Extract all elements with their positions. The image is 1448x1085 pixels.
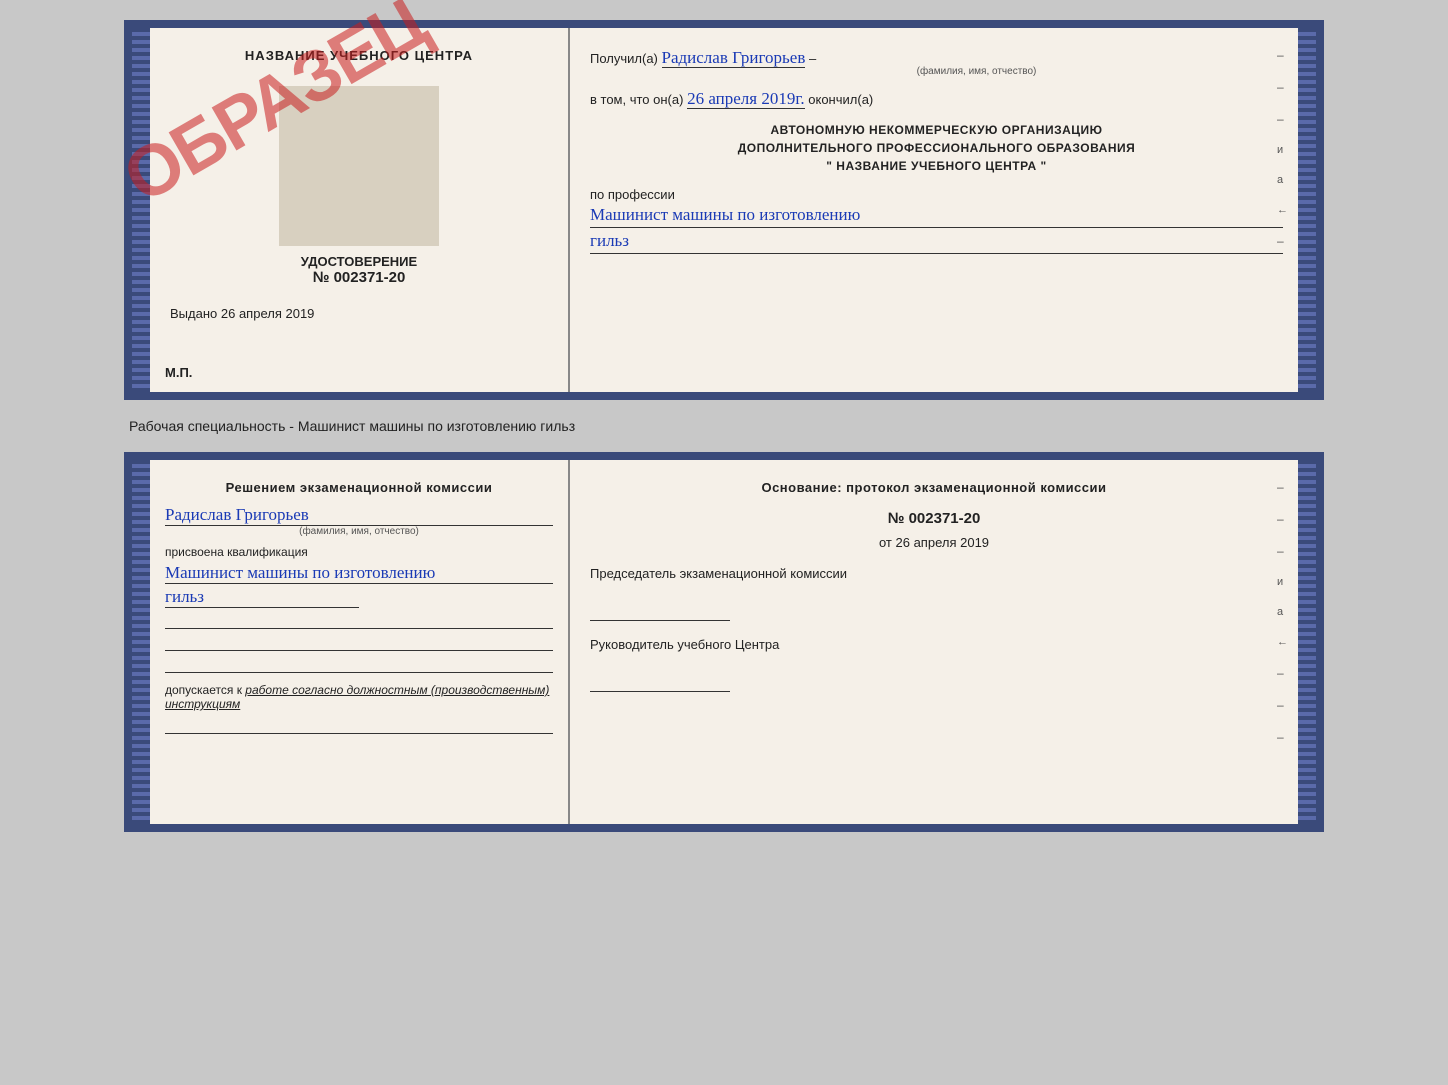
- bdash-9: –: [1277, 730, 1288, 744]
- predsedatel-sig-line: [590, 603, 730, 621]
- rukovoditel-block: Руководитель учебного Центра: [590, 636, 1278, 692]
- dash-4: и: [1277, 144, 1288, 156]
- top-left-title: НАЗВАНИЕ УЧЕБНОГО ЦЕНТРА: [245, 48, 473, 63]
- prisvoena-label: присвоена квалификация: [165, 545, 553, 559]
- dash-1: –: [1277, 48, 1288, 62]
- udostoverenie-block: УДОСТОВЕРЕНИЕ № 002371-20: [165, 254, 553, 286]
- protocol-number: № 002371-20: [590, 510, 1278, 527]
- dopuskaetsya-block: допускается к работе согласно должностны…: [165, 683, 553, 711]
- predsedatel-block: Председатель экзаменационной комиссии: [590, 565, 1278, 621]
- bottom-doc-right: Основание: протокол экзаменационной коми…: [570, 460, 1298, 824]
- vydano-label: Выдано: [170, 306, 217, 321]
- photo-area: [279, 86, 439, 246]
- ot-line: от 26 апреля 2019: [590, 535, 1278, 550]
- ot-label: от: [879, 535, 892, 550]
- po-professii-label: по профессии: [590, 187, 675, 202]
- recipient-name: Радислав Григорьев: [662, 48, 806, 68]
- org-line2: ДОПОЛНИТЕЛЬНОГО ПРОФЕССИОНАЛЬНОГО ОБРАЗО…: [590, 139, 1283, 157]
- qualification-line-2: гильз: [165, 587, 359, 608]
- dash-6: ←: [1277, 204, 1288, 216]
- rukovoditel-sig-line: [590, 674, 730, 692]
- dopuskaetsya-label: допускается к: [165, 683, 242, 697]
- mp-line: М.П.: [165, 365, 192, 380]
- vtom-row: в том, что он(а) 26 апреля 2019г. окончи…: [590, 89, 1283, 109]
- bdash-7: –: [1277, 666, 1288, 680]
- poluchil-label: Получил(а): [590, 51, 658, 66]
- vtom-label: в том, что он(а): [590, 92, 683, 107]
- org-line3: " НАЗВАНИЕ УЧЕБНОГО ЦЕНТРА ": [590, 157, 1283, 175]
- bdash-4: и: [1277, 576, 1288, 588]
- bdash-6: ←: [1277, 636, 1288, 648]
- dash-2: –: [1277, 80, 1288, 94]
- bottom-right-dashes: – – – и а ← – – –: [1277, 480, 1288, 744]
- bdash-1: –: [1277, 480, 1288, 494]
- bottom-doc-right-spine: [1298, 460, 1316, 824]
- bottom-doc-spine: [132, 460, 150, 824]
- profession-handwritten-1: Машинист машины по изготовлению: [590, 205, 1283, 228]
- blank-line-4: [165, 716, 553, 734]
- separator-text: Рабочая специальность - Машинист машины …: [124, 410, 1324, 442]
- dash-5: а: [1277, 174, 1288, 186]
- bdash-8: –: [1277, 698, 1288, 712]
- bdash-5: а: [1277, 606, 1288, 618]
- rukovoditel-label: Руководитель учебного Центра: [590, 636, 1278, 654]
- komissia-title: Решением экзаменационной комиссии: [165, 480, 553, 495]
- bottom-recipient-name: Радислав Григорьев: [165, 505, 553, 526]
- right-dashes: – – – и а ← –: [1277, 48, 1288, 248]
- top-doc-right-spine: [1298, 28, 1316, 392]
- bottom-doc-left: Решением экзаменационной комиссии Радисл…: [150, 460, 570, 824]
- blank-line-1: [165, 611, 553, 629]
- bottom-document: Решением экзаменационной комиссии Радисл…: [124, 452, 1324, 832]
- dash-7: –: [1277, 234, 1288, 248]
- blank-line-3: [165, 655, 553, 673]
- vydano-date: 26 апреля 2019: [221, 306, 315, 321]
- blank-line-2: [165, 633, 553, 651]
- completion-date: 26 апреля 2019г.: [687, 89, 805, 109]
- udostoverenie-label: УДОСТОВЕРЕНИЕ: [165, 254, 553, 269]
- poluchil-row: Получил(а) Радислав Григорьев – (фамилия…: [590, 48, 1283, 77]
- top-document: НАЗВАНИЕ УЧЕБНОГО ЦЕНТРА ОБРАЗЕЦ УДОСТОВ…: [124, 20, 1324, 400]
- top-doc-left: НАЗВАНИЕ УЧЕБНОГО ЦЕНТРА ОБРАЗЕЦ УДОСТОВ…: [150, 28, 570, 392]
- dash-3: –: [1277, 112, 1288, 126]
- top-doc-right: Получил(а) Радислав Григорьев – (фамилия…: [570, 28, 1298, 392]
- profession-block: по профессии Машинист машины по изготовл…: [590, 187, 1283, 254]
- udostoverenie-number: № 002371-20: [165, 269, 553, 286]
- bdash-2: –: [1277, 512, 1288, 526]
- bottom-name-sub: (фамилия, имя, отчество): [165, 526, 553, 537]
- qualification-line-1: Машинист машины по изготовлению: [165, 563, 553, 584]
- profession-handwritten-2: гильз: [590, 231, 1283, 254]
- osnovanie-title: Основание: протокол экзаменационной коми…: [590, 480, 1278, 495]
- predsedatel-label: Председатель экзаменационной комиссии: [590, 565, 1278, 583]
- spacer2: –: [809, 51, 816, 66]
- page-container: НАЗВАНИЕ УЧЕБНОГО ЦЕНТРА ОБРАЗЕЦ УДОСТОВ…: [20, 20, 1428, 832]
- vydano-line: Выдано 26 апреля 2019: [165, 306, 553, 321]
- okonchil-label: окончил(а): [808, 92, 873, 107]
- org-block: АВТОНОМНУЮ НЕКОММЕРЧЕСКУЮ ОРГАНИЗАЦИЮ ДО…: [590, 121, 1283, 175]
- org-line1: АВТОНОМНУЮ НЕКОММЕРЧЕСКУЮ ОРГАНИЗАЦИЮ: [590, 121, 1283, 139]
- bdash-3: –: [1277, 544, 1288, 558]
- top-doc-spine: [132, 28, 150, 392]
- ot-date: 26 апреля 2019: [896, 535, 990, 550]
